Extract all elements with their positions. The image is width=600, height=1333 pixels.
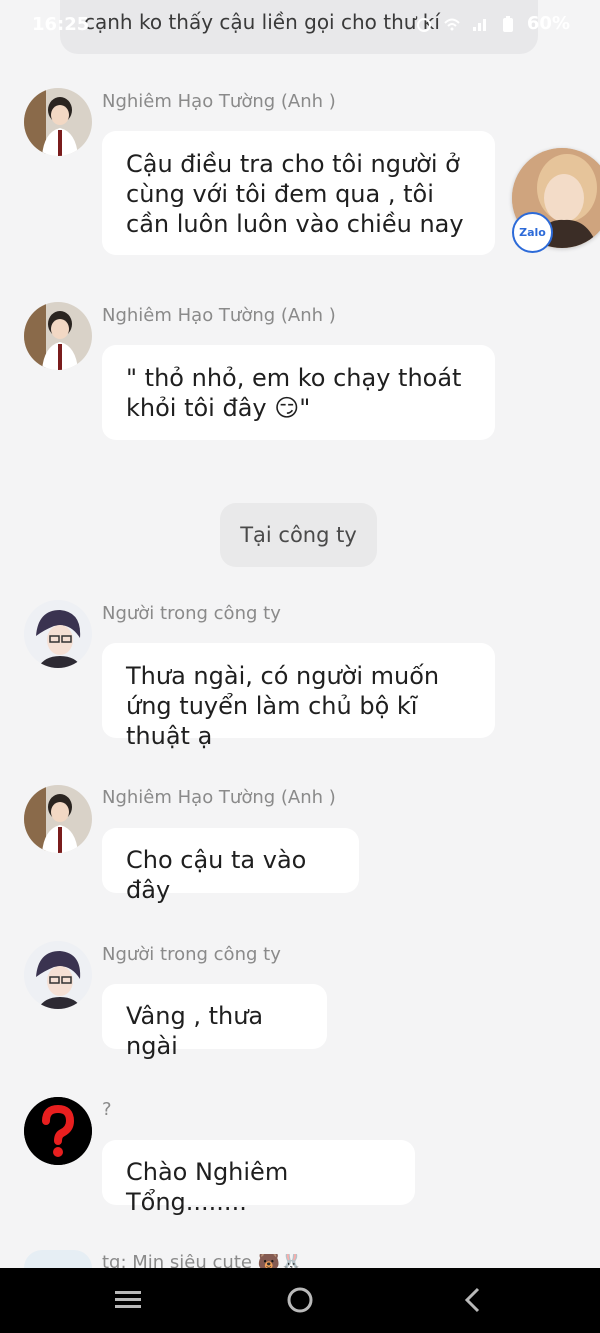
message-bubble[interactable]: Thưa ngài, có người muốn ứng tuyển làm c… [102,643,495,750]
location-text: Tại công ty [240,523,357,547]
message-text: Chào Nghiêm Tổng........ [126,1158,289,1216]
zalo-label: Zalo [519,226,546,239]
avatar-nghiem[interactable] [24,785,92,853]
message-bubble[interactable]: Cho cậu ta vào đây [102,828,359,904]
zalo-badge: Zalo [512,212,553,253]
status-bar: 16:25 60% [0,0,600,52]
avatar-company[interactable] [24,600,92,668]
home-circle-icon[interactable] [285,1285,315,1315]
alarm-icon [416,17,431,32]
system-nav-bar [0,1268,600,1333]
message-bubble[interactable]: Cậu điều tra cho tôi người ở cùng với tô… [102,131,495,255]
avatar-author[interactable] [24,1250,92,1268]
wifi-icon [444,18,460,30]
avatar-anime [24,600,92,668]
sender-name: Người trong công ty [102,944,281,965]
message-bubble[interactable]: Vâng , thưa ngài [102,984,327,1060]
message-text: Cậu điều tra cho tôi người ở cùng với tô… [126,150,464,238]
status-time: 16:25 [32,14,90,35]
avatar-portrait [24,302,92,370]
sender-name: Nghiêm Hạo Tường (Anh ) [102,305,336,326]
battery-level: 60% [526,13,570,34]
sender-name: Nghiêm Hạo Tường (Anh ) [102,91,336,112]
message-bubble[interactable]: " thỏ nhỏ, em ko chạy thoát khỏi tôi đây… [102,345,495,440]
avatar-portrait [24,88,92,156]
message-text: Vâng , thưa ngài [126,1002,264,1060]
status-icons: 60% [415,13,570,34]
avatar-nghiem[interactable] [24,88,92,156]
sender-name: tg: Min siêu cute 🐻🐰 [102,1254,303,1268]
message-text: Thưa ngài, có người muốn ứng tuyển làm c… [126,662,440,750]
avatar-unknown[interactable] [24,1097,92,1165]
message-text: " thỏ nhỏ, em ko chạy thoát khỏi tôi đây… [126,364,462,422]
battery-icon [502,15,513,32]
menu-icon[interactable] [113,1285,143,1315]
avatar-company[interactable] [24,941,92,1009]
question-mark-icon [24,1097,92,1165]
signal-icon [472,18,486,31]
avatar-nghiem[interactable] [24,302,92,370]
sender-name: Người trong công ty [102,603,281,624]
back-chevron-icon[interactable] [458,1285,488,1315]
message-text: Cho cậu ta vào đây [126,846,307,904]
message-bubble[interactable]: Chào Nghiêm Tổng........ [102,1140,415,1216]
avatar-anime [24,941,92,1009]
avatar-portrait [24,785,92,853]
sender-name: Nghiêm Hạo Tường (Anh ) [102,787,336,808]
sender-name: ? [102,1099,112,1120]
location-label: Tại công ty [220,503,377,567]
